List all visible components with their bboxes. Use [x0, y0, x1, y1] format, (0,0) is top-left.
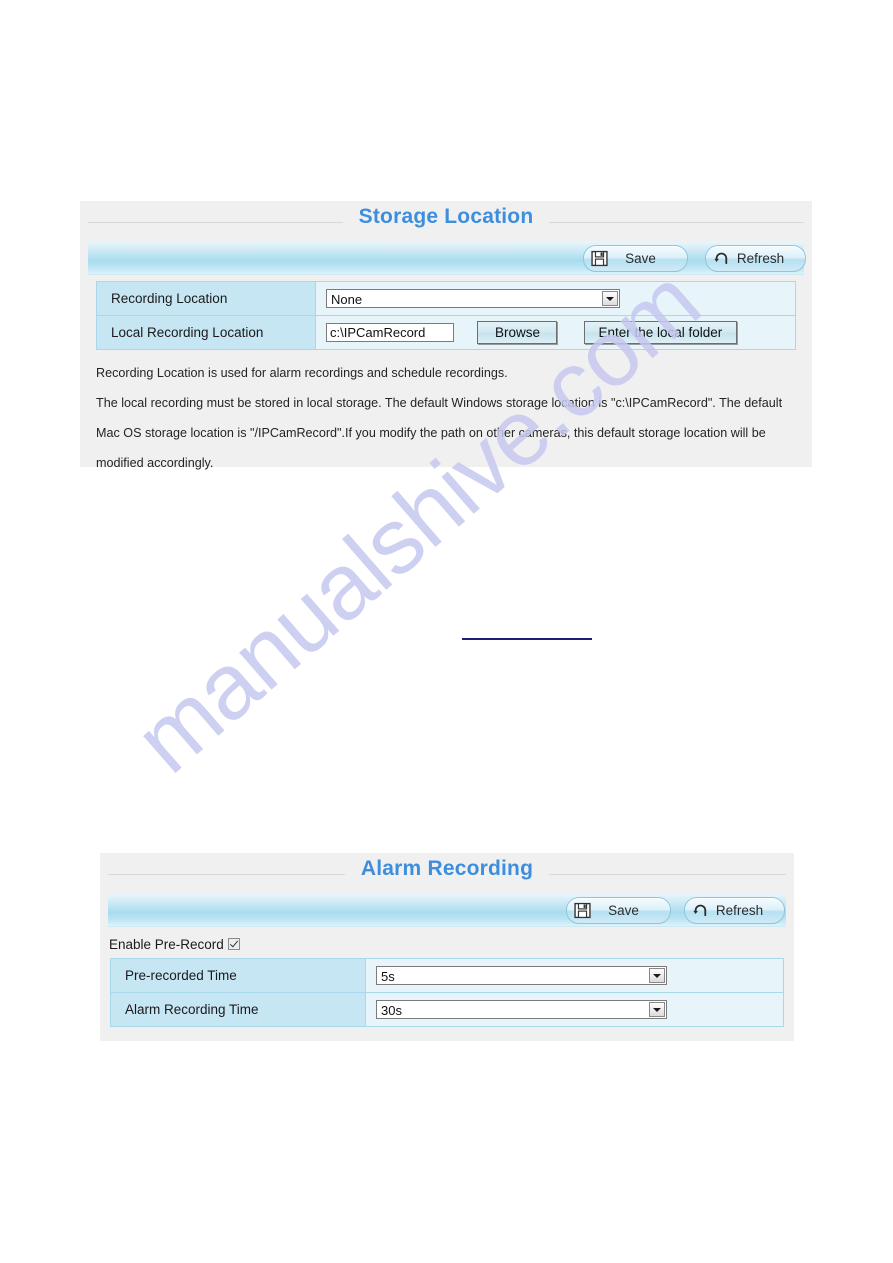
floppy-disk-icon [574, 902, 591, 919]
chevron-down-icon[interactable] [602, 291, 618, 306]
prerecorded-time-select[interactable]: 5s [376, 966, 667, 985]
enable-prerecord-checkbox[interactable] [227, 938, 240, 950]
storage-settings-table: Recording Location None Local Recording … [96, 281, 796, 350]
recording-location-select[interactable]: None [326, 289, 620, 308]
save-button[interactable]: Save [566, 897, 671, 924]
description-line-2: The local recording must be stored in lo… [96, 396, 783, 470]
description-line-1: Recording Location is used for alarm rec… [96, 366, 508, 380]
alarm-title-text: Alarm Recording [344, 857, 550, 880]
storage-location-panel: Storage Location Save Refresh Recording … [80, 201, 812, 470]
save-button-label: Save [625, 251, 656, 266]
enable-prerecord-label: Enable Pre-Record [109, 937, 224, 952]
storage-title-text: Storage Location [342, 205, 550, 228]
recording-location-select-value: None [331, 292, 363, 307]
refresh-button-label: Refresh [715, 903, 764, 918]
horizontal-rule [462, 638, 592, 640]
storage-toolbar: Save Refresh [88, 241, 806, 275]
alarm-recording-time-select[interactable]: 30s [376, 1000, 667, 1019]
refresh-button[interactable]: Refresh [684, 897, 785, 924]
refresh-button-label: Refresh [736, 251, 785, 266]
alarm-recording-time-label: Alarm Recording Time [110, 992, 366, 1027]
alarm-page-title: Alarm Recording [100, 857, 794, 881]
enter-local-folder-button[interactable]: Enter the local folder [583, 321, 737, 344]
recording-location-label: Recording Location [96, 281, 316, 316]
page-title: Storage Location [80, 205, 812, 229]
table-row-alarm-recording-time: Alarm Recording Time 30s [110, 992, 784, 1027]
storage-description: Recording Location is used for alarm rec… [96, 358, 800, 478]
browse-button[interactable]: Browse [477, 321, 558, 344]
save-button[interactable]: Save [583, 245, 688, 272]
refresh-button[interactable]: Refresh [705, 245, 806, 272]
alarm-settings-table: Pre-recorded Time 5s Alarm Recording Tim… [110, 958, 784, 1027]
alarm-recording-panel: Alarm Recording Save Refresh Enable Pre-… [100, 853, 794, 1041]
local-recording-location-label: Local Recording Location [96, 315, 316, 350]
prerecorded-time-select-value: 5s [381, 969, 395, 984]
alarm-toolbar: Save Refresh [108, 893, 786, 927]
save-button-label: Save [608, 903, 639, 918]
enable-prerecord-row: Enable Pre-Record [109, 937, 794, 952]
local-recording-path-input[interactable] [326, 323, 454, 342]
table-row-local-recording-location: Local Recording Location Browse Enter th… [96, 315, 796, 350]
table-row-prerecorded-time: Pre-recorded Time 5s [110, 958, 784, 993]
floppy-disk-icon [591, 250, 608, 267]
storage-title-row: Storage Location [80, 201, 812, 241]
chevron-down-icon[interactable] [649, 968, 665, 983]
table-row-recording-location: Recording Location None [96, 281, 796, 316]
page-watermark: manualshive.com [0, 0, 893, 1263]
refresh-arrow-icon [714, 252, 728, 265]
prerecorded-time-value-cell: 5s [365, 958, 784, 993]
refresh-arrow-icon [693, 904, 707, 917]
alarm-title-row: Alarm Recording [100, 853, 794, 893]
alarm-recording-time-value-cell: 30s [365, 992, 784, 1027]
alarm-recording-time-select-value: 30s [381, 1003, 402, 1018]
prerecorded-time-label: Pre-recorded Time [110, 958, 366, 993]
chevron-down-icon[interactable] [649, 1002, 665, 1017]
recording-location-value-cell: None [315, 281, 796, 316]
local-recording-location-value-cell: Browse Enter the local folder [315, 315, 796, 350]
